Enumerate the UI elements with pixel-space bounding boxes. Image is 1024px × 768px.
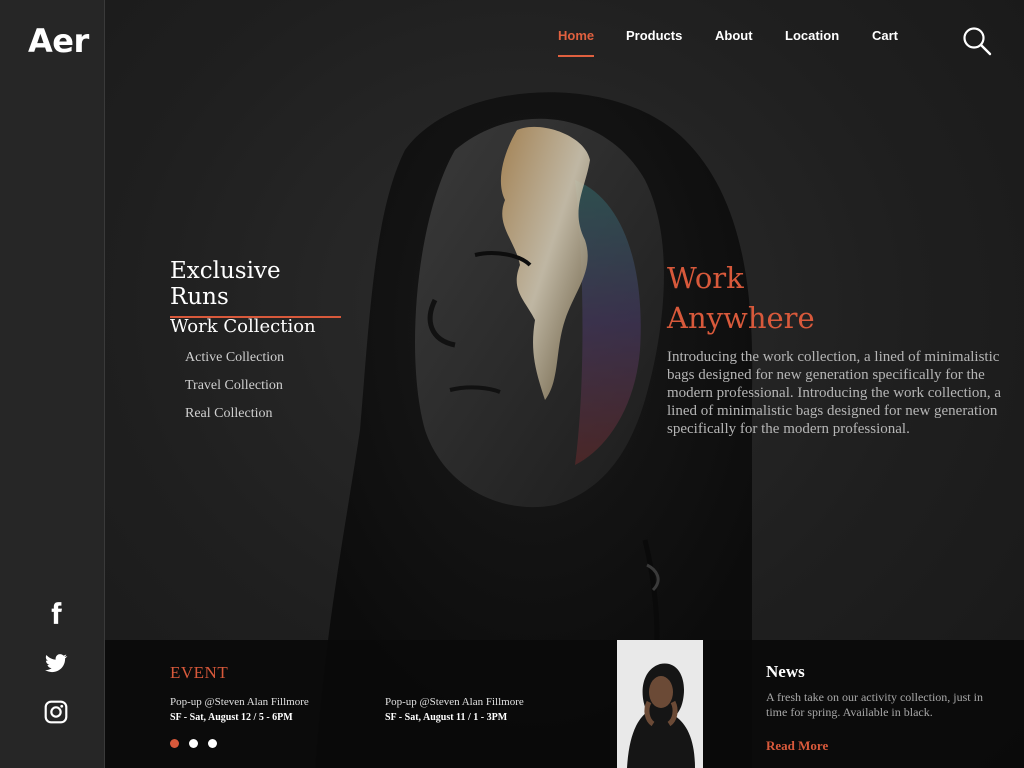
nav-home[interactable]: Home [558,28,595,57]
work-collection-link[interactable]: Work Collection [170,316,316,337]
search-icon[interactable] [962,26,992,56]
news-text: A fresh take on our activity collection,… [766,690,983,719]
carousel-dot-2[interactable] [189,739,198,748]
facebook-icon[interactable] [40,597,72,629]
nav-about[interactable]: About [715,28,753,55]
event-1-date: SF - Sat, August 12 / 5 - 6PM [170,712,293,723]
news-image [617,640,703,768]
headline-line-1: Work [667,261,744,295]
travel-collection-link[interactable]: Travel Collection [185,378,283,394]
news-title: News [766,662,805,681]
hero-intro-text: Introducing the work collection, a lined… [667,349,1002,437]
twitter-icon[interactable] [40,647,72,679]
sidebar: Aer [0,0,105,768]
instagram-icon[interactable] [40,696,72,728]
event-2-date: SF - Sat, August 11 / 1 - 3PM [385,712,508,723]
main-nav: Home Products About Location Cart [0,28,1024,58]
nav-cart[interactable]: Cart [872,28,898,55]
event-1-title[interactable]: Pop-up @Steven Alan Fillmore [170,696,309,708]
nav-products[interactable]: Products [626,28,682,55]
nav-location[interactable]: Location [785,28,839,55]
real-collection-link[interactable]: Real Collection [185,406,272,422]
carousel-dot-1[interactable] [170,739,179,748]
active-collection-link[interactable]: Active Collection [185,350,284,366]
hero-headline: Work Anywhere [667,258,967,338]
read-more-link[interactable]: Read More [766,738,828,754]
carousel-dot-3[interactable] [208,739,217,748]
headline-line-2: Anywhere [667,301,815,335]
collections-title: Exclusive Runs [170,258,341,318]
event-label: EVENT [170,663,229,682]
event-2-title[interactable]: Pop-up @Steven Alan Fillmore [385,696,524,708]
